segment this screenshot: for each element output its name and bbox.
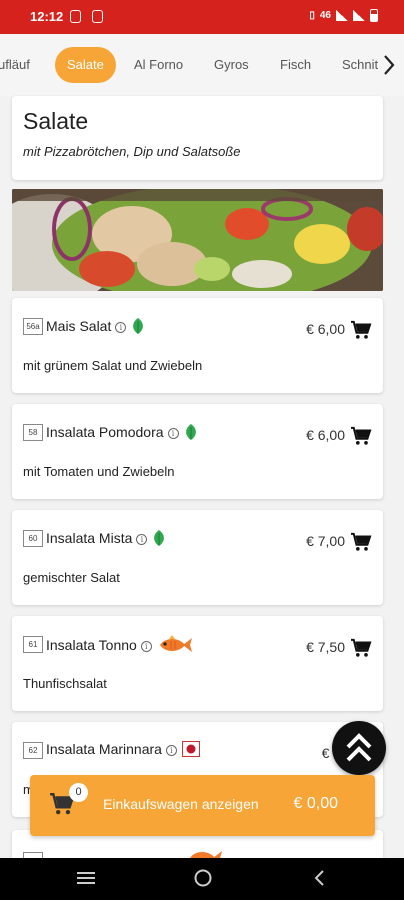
item-price: € 6,00 (306, 321, 345, 337)
network-label: 46 (319, 10, 331, 21)
category-title: Salate (23, 108, 89, 134)
category-tabs: ufläuf Salate Al Forno Gyros Fisch Schni… (0, 34, 404, 96)
info-icon[interactable]: i (167, 428, 179, 439)
item-name-row: Mais Salat i (46, 317, 145, 338)
show-cart-button[interactable]: 0 Einkaufswagen anzeigen € 0,00 (30, 775, 375, 836)
item-name: Insalata Pomodora (46, 424, 164, 441)
item-name-row: Insalata Pomodora i (46, 423, 198, 444)
cart-count-badge: 0 (69, 783, 88, 802)
item-description: Thunfischsalat (23, 676, 107, 691)
notification-icon (92, 10, 103, 23)
add-to-cart-icon[interactable] (350, 532, 372, 552)
tab-auflauf[interactable]: ufläuf (0, 47, 30, 83)
item-number: 62 (23, 742, 43, 759)
tabs-scroll-right[interactable] (378, 34, 404, 96)
menu-item[interactable]: 56a Mais Salat i € 6,00 mit grünem Salat … (12, 298, 383, 393)
leaf-icon (131, 317, 145, 338)
vibrate-icon: ▯ (309, 10, 315, 21)
item-number: 60 (23, 530, 43, 547)
item-number: 58 (23, 424, 43, 441)
status-bar: 12:12 ▯ 46 (0, 0, 404, 34)
scroll-to-top-button[interactable] (332, 721, 386, 775)
item-name-row: Insalata Tonno i (46, 635, 193, 658)
item-name: Insalata Mista (46, 530, 133, 547)
tab-salate[interactable]: Salate (55, 47, 116, 83)
category-header: Salate mit Pizzabrötchen, Dip und Salats… (12, 96, 383, 180)
system-nav-bar (0, 858, 404, 900)
info-icon[interactable]: i (115, 322, 127, 333)
category-banner-image (12, 189, 383, 291)
tab-al-forno[interactable]: Al Forno (134, 47, 183, 83)
cart-label: Einkaufswagen anzeigen (103, 796, 259, 812)
tab-gyros[interactable]: Gyros (214, 47, 249, 83)
leaf-icon (152, 529, 166, 550)
info-icon[interactable]: i (140, 641, 152, 652)
item-number: 56a (23, 318, 43, 335)
signal-icon (353, 10, 365, 21)
item-name: Insalata Tonno (46, 637, 137, 654)
item-name: Insalata Marinnara (46, 741, 162, 758)
chevron-right-icon (384, 55, 395, 75)
chili-icon (181, 741, 200, 760)
back-icon[interactable] (309, 868, 331, 888)
item-price: € 7,50 (306, 639, 345, 655)
menu-item[interactable]: 60 Insalata Mista i € 7,00 gemischter Sal… (12, 510, 383, 605)
item-description: mit Tomaten und Zwiebeln (23, 464, 175, 479)
item-description: mit grünem Salat und Zwiebeln (23, 358, 203, 373)
leaf-icon (184, 423, 198, 444)
cart-total: € 0,00 (293, 795, 338, 812)
double-chevron-up-icon (346, 733, 372, 762)
menu-item[interactable]: 58 Insalata Pomodora i € 6,00 mit Tomaten… (12, 404, 383, 499)
add-to-cart-icon[interactable] (350, 638, 372, 658)
item-name: Mais Salat (46, 318, 112, 335)
home-icon[interactable] (192, 868, 214, 888)
tab-schnitzel[interactable]: Schnit (342, 47, 378, 83)
status-indicators: ▯ 46 (309, 9, 378, 22)
add-to-cart-icon[interactable] (350, 426, 372, 446)
info-icon[interactable]: i (165, 745, 177, 756)
item-price: € 6,00 (306, 427, 345, 443)
item-name-row: Insalata Mista i (46, 529, 166, 550)
signal-icon (336, 10, 348, 21)
fish-icon (157, 635, 193, 658)
recent-apps-icon[interactable] (75, 868, 97, 888)
info-icon[interactable]: i (136, 534, 148, 545)
status-time: 12:12 (30, 9, 64, 24)
battery-icon (370, 9, 378, 22)
item-name-row: Insalata Marinnara i (46, 741, 200, 760)
item-number: 61 (23, 636, 43, 653)
add-to-cart-icon[interactable] (350, 320, 372, 340)
tab-fisch[interactable]: Fisch (280, 47, 311, 83)
item-price: € 7,00 (306, 533, 345, 549)
category-subtitle: mit Pizzabrötchen, Dip und Salatsoße (23, 144, 241, 159)
item-description: gemischter Salat (23, 570, 120, 585)
notification-icon (70, 10, 81, 23)
menu-item[interactable]: 61 Insalata Tonno i € 7,50 Thunfischsalat (12, 616, 383, 711)
